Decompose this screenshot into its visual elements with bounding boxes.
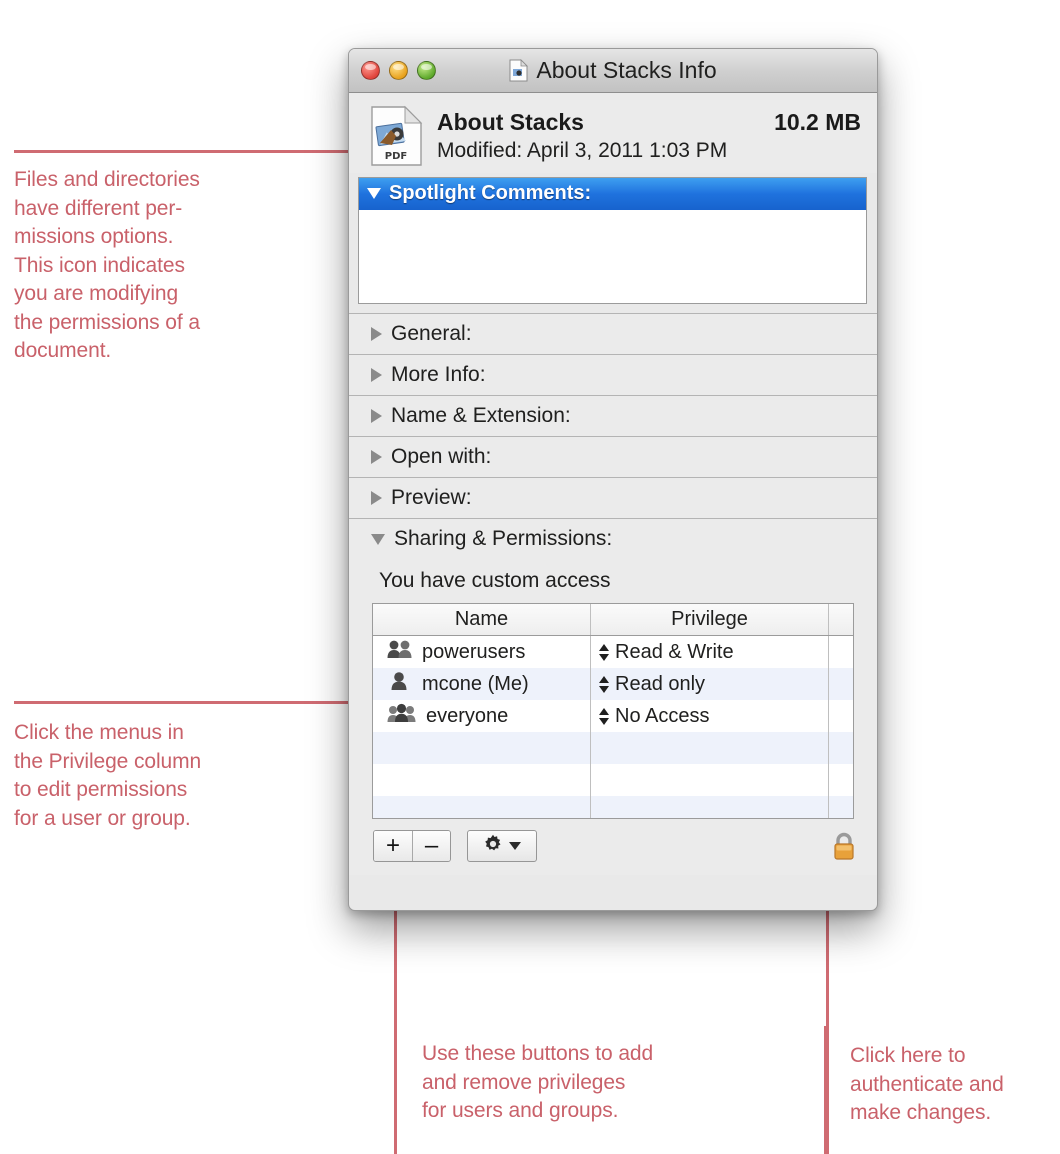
leader-line-buttons-note	[394, 890, 397, 1154]
row-privilege-cell[interactable]: No Access	[591, 700, 829, 732]
spotlight-comments-header[interactable]: Spotlight Comments:	[359, 178, 866, 210]
row-name-label: powerusers	[422, 640, 526, 663]
row-name-label: everyone	[426, 704, 509, 727]
spotlight-comments-input[interactable]	[359, 210, 866, 303]
annotation-privilege-note: Click the menus in the Privilege column …	[14, 721, 202, 830]
permissions-table: Name Privilege powerusers Read & Write m…	[372, 603, 854, 819]
section-general[interactable]: General:	[349, 313, 877, 354]
section-label: Name & Extension:	[391, 404, 571, 427]
row-spacer	[829, 636, 853, 668]
group-icon	[387, 639, 413, 665]
row-spacer	[829, 668, 853, 700]
table-row[interactable]: mcone (Me) Read only	[373, 668, 853, 700]
action-menu-button[interactable]	[467, 830, 537, 862]
section-label: Sharing & Permissions:	[394, 527, 613, 550]
column-header-privilege[interactable]: Privilege	[591, 604, 829, 635]
section-label: General:	[391, 322, 472, 345]
table-row[interactable]: everyone No Access	[373, 700, 853, 732]
leader-line-icon-note	[14, 150, 376, 153]
gear-icon	[483, 834, 503, 859]
row-name-cell: powerusers	[373, 636, 591, 668]
chevron-right-icon	[371, 368, 382, 382]
permissions-table-rows: powerusers Read & Write mcone (Me) Read …	[373, 636, 853, 818]
annotation-buttons-note: Use these buttons to add and remove priv…	[422, 1042, 654, 1122]
permissions-table-header: Name Privilege	[373, 604, 853, 636]
chevron-right-icon	[371, 327, 382, 341]
section-name-extension[interactable]: Name & Extension:	[349, 395, 877, 436]
pdf-document-icon: PDF	[369, 105, 425, 167]
add-remove-button-group: + –	[373, 830, 451, 862]
remove-user-button[interactable]: –	[412, 831, 450, 861]
row-spacer	[829, 700, 853, 732]
everyone-icon	[387, 703, 417, 729]
info-window: About Stacks Info PDF About Stacks 10.2 …	[348, 48, 878, 911]
row-privilege-cell[interactable]: Read & Write	[591, 636, 829, 668]
section-label: Preview:	[391, 486, 472, 509]
table-row-empty	[373, 764, 853, 796]
window-controls	[361, 61, 436, 80]
file-name: About Stacks	[437, 109, 584, 135]
lock-button[interactable]	[829, 829, 859, 863]
spotlight-comments-label: Spotlight Comments:	[389, 182, 592, 204]
minimize-button[interactable]	[389, 61, 408, 80]
column-header-name[interactable]: Name	[373, 604, 591, 635]
sharing-permissions-body: You have custom access Name Privilege po…	[349, 559, 877, 819]
file-meta: About Stacks 10.2 MB Modified: April 3, …	[437, 103, 865, 167]
section-preview[interactable]: Preview:	[349, 477, 877, 518]
chevron-right-icon	[371, 491, 382, 505]
file-modified: Modified: April 3, 2011 1:03 PM	[437, 139, 728, 162]
annotation-divider	[824, 1026, 827, 1154]
row-name-cell: everyone	[373, 700, 591, 732]
column-header-spacer	[829, 604, 853, 635]
stepper-icon[interactable]	[599, 642, 609, 662]
table-row-empty	[373, 796, 853, 818]
row-name-cell: mcone (Me)	[373, 668, 591, 700]
chevron-right-icon	[371, 409, 382, 423]
access-summary: You have custom access	[379, 569, 611, 592]
permissions-toolbar: + –	[349, 819, 877, 875]
section-label: More Info:	[391, 363, 486, 386]
svg-text:PDF: PDF	[385, 151, 407, 162]
row-privilege-label: No Access	[615, 704, 710, 727]
close-button[interactable]	[361, 61, 380, 80]
chevron-right-icon	[371, 450, 382, 464]
section-label: Open with:	[391, 445, 492, 468]
section-sharing-permissions[interactable]: Sharing & Permissions:	[349, 518, 877, 559]
spotlight-comments-section: Spotlight Comments:	[358, 177, 867, 304]
annotation-icon-note: Files and directories have different per…	[14, 168, 200, 362]
chevron-down-icon	[371, 533, 385, 545]
row-privilege-label: Read only	[615, 672, 706, 695]
row-privilege-label: Read & Write	[615, 640, 734, 663]
section-more-info[interactable]: More Info:	[349, 354, 877, 395]
section-open-with[interactable]: Open with:	[349, 436, 877, 477]
table-row-empty	[373, 732, 853, 764]
add-user-button[interactable]: +	[374, 831, 412, 861]
chevron-down-icon	[367, 188, 381, 199]
row-name-label: mcone (Me)	[422, 672, 529, 695]
annotation-lock-note: Click here to authenticate and make chan…	[850, 1044, 1004, 1124]
chevron-down-icon	[509, 842, 521, 850]
window-titlebar[interactable]: About Stacks Info	[349, 49, 877, 93]
file-size: 10.2 MB	[774, 109, 861, 135]
window-title: About Stacks Info	[536, 57, 717, 83]
stepper-icon[interactable]	[599, 674, 609, 694]
info-sections: General: More Info: Name & Extension: Op…	[349, 313, 877, 559]
row-privilege-cell[interactable]: Read only	[591, 668, 829, 700]
person-icon	[387, 671, 413, 697]
zoom-button[interactable]	[417, 61, 436, 80]
leader-line-privilege-note	[14, 701, 380, 704]
file-header: PDF About Stacks 10.2 MB Modified: April…	[349, 93, 877, 173]
stepper-icon[interactable]	[599, 706, 609, 726]
table-row[interactable]: powerusers Read & Write	[373, 636, 853, 668]
document-info-icon	[509, 59, 529, 82]
